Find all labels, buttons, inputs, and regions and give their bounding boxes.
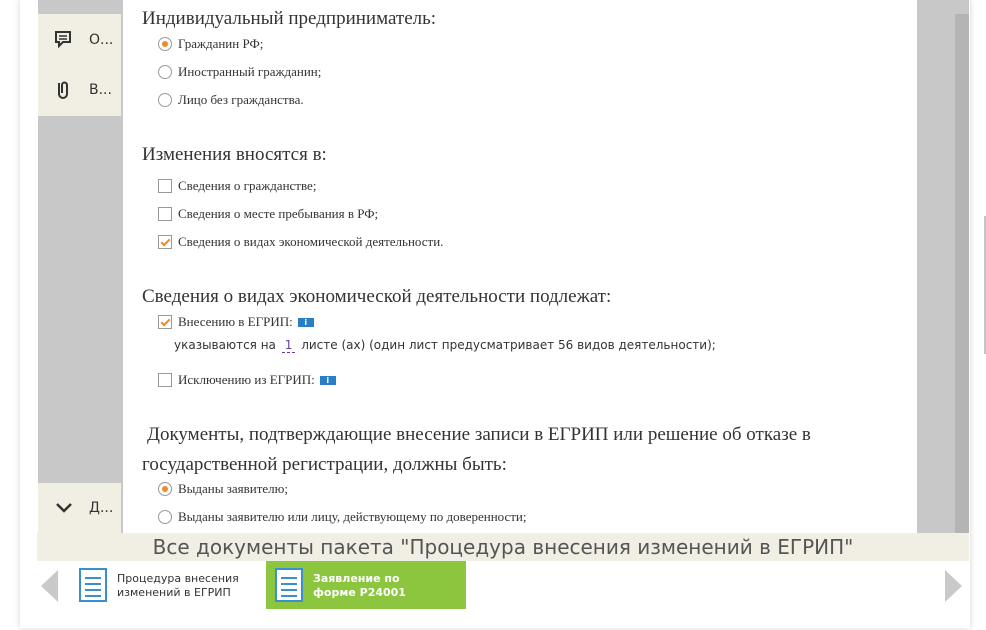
checkbox-add-to-egrip[interactable]: Внесению в ЕГРИП: i [158,313,314,331]
radio-issued-to-proxy[interactable]: Выданы заявителю или лицу, действующему … [158,508,527,526]
attachment-icon [58,81,68,99]
radio-button[interactable] [158,37,172,51]
checkbox-label: Внесению в ЕГРИП: [178,314,293,329]
radio-label: Лицо без гражданства. [178,92,304,107]
radio-label: Гражданин РФ; [178,36,264,51]
comment-icon [55,31,71,49]
radio-issued-to-applicant[interactable]: Выданы заявителю; [158,480,288,498]
vertical-scrollbar[interactable] [955,14,969,533]
checkbox-residence[interactable]: Сведения о месте пребывания в РФ; [158,205,378,223]
radio-label: Выданы заявителю или лицу, действующему … [178,509,527,524]
radio-foreign-citizen[interactable]: Иностранный гражданин; [158,63,321,81]
checkbox-remove-from-egrip[interactable]: Исключению из ЕГРИП: i [158,371,336,389]
next-arrow-icon[interactable] [945,570,962,602]
checkbox-label: Сведения о видах экономической деятельно… [178,234,444,249]
radio-label: Выданы заявителю; [178,481,288,496]
checkbox-label: Исключению из ЕГРИП: [178,372,315,387]
section-title-continued: государственной регистрации, должны быть… [142,454,507,475]
sidebar-item-comments[interactable]: О... [38,15,121,65]
chevron-down-icon [56,503,72,513]
document-label: Процедура внесения изменений в ЕГРИП [117,572,239,599]
checkbox-citizenship[interactable]: Сведения о гражданстве; [158,177,316,195]
section-title: Изменения вносятся в: [142,144,327,165]
package-document-form-p24001[interactable]: Заявление по форме Р24001 [266,561,466,609]
document-icon [79,568,107,602]
document-icon [275,568,303,602]
section-title: Документы, подтверждающие внесение запис… [147,424,811,445]
package-title: Все документы пакета "Процедура внесения… [37,533,969,561]
sidebar: О... В... [38,14,121,116]
checkbox[interactable] [158,315,172,329]
document-page: Индивидуальный предприниматель: Граждани… [123,0,917,533]
sidebar-item-label: О... [89,32,114,48]
sidebar-item-label: В... [89,82,112,98]
sheets-count-input[interactable]: 1 [281,338,296,353]
sidebar-item-label: Д... [89,500,114,516]
checkbox-economic-activity[interactable]: Сведения о видах экономической деятельно… [158,233,443,251]
sidebar-item-attachments[interactable]: В... [38,65,121,115]
package-document-procedure[interactable]: Процедура внесения изменений в ЕГРИП [70,561,266,609]
radio-button[interactable] [158,65,172,79]
info-icon[interactable]: i [319,375,336,385]
radio-label: Иностранный гражданин; [178,64,322,79]
sheets-suffix: листе (ах) (один лист предусматривает 56… [301,338,716,352]
checkbox-label: Сведения о месте пребывания в РФ; [178,206,379,221]
checkbox[interactable] [158,207,172,221]
prev-arrow-icon[interactable] [41,570,58,602]
checkbox[interactable] [158,373,172,387]
checkbox[interactable] [158,235,172,249]
radio-button[interactable] [158,93,172,107]
sidebar-item-documents[interactable]: Д... [38,483,121,533]
checkbox-label: Сведения о гражданстве; [178,178,317,193]
radio-citizen-rf[interactable]: Гражданин РФ; [158,35,263,53]
section-title: Сведения о видах экономической деятельно… [142,286,612,307]
info-icon[interactable]: i [297,317,314,327]
section-title: Индивидуальный предприниматель: [142,8,437,29]
radio-button[interactable] [158,482,172,496]
radio-button[interactable] [158,510,172,524]
document-label: Заявление по форме Р24001 [313,572,406,599]
sheets-count-line: указываются на 1 листе (ах) (один лист п… [174,338,716,353]
sheets-prefix: указываются на [174,338,276,352]
radio-stateless[interactable]: Лицо без гражданства. [158,91,304,109]
checkbox[interactable] [158,179,172,193]
